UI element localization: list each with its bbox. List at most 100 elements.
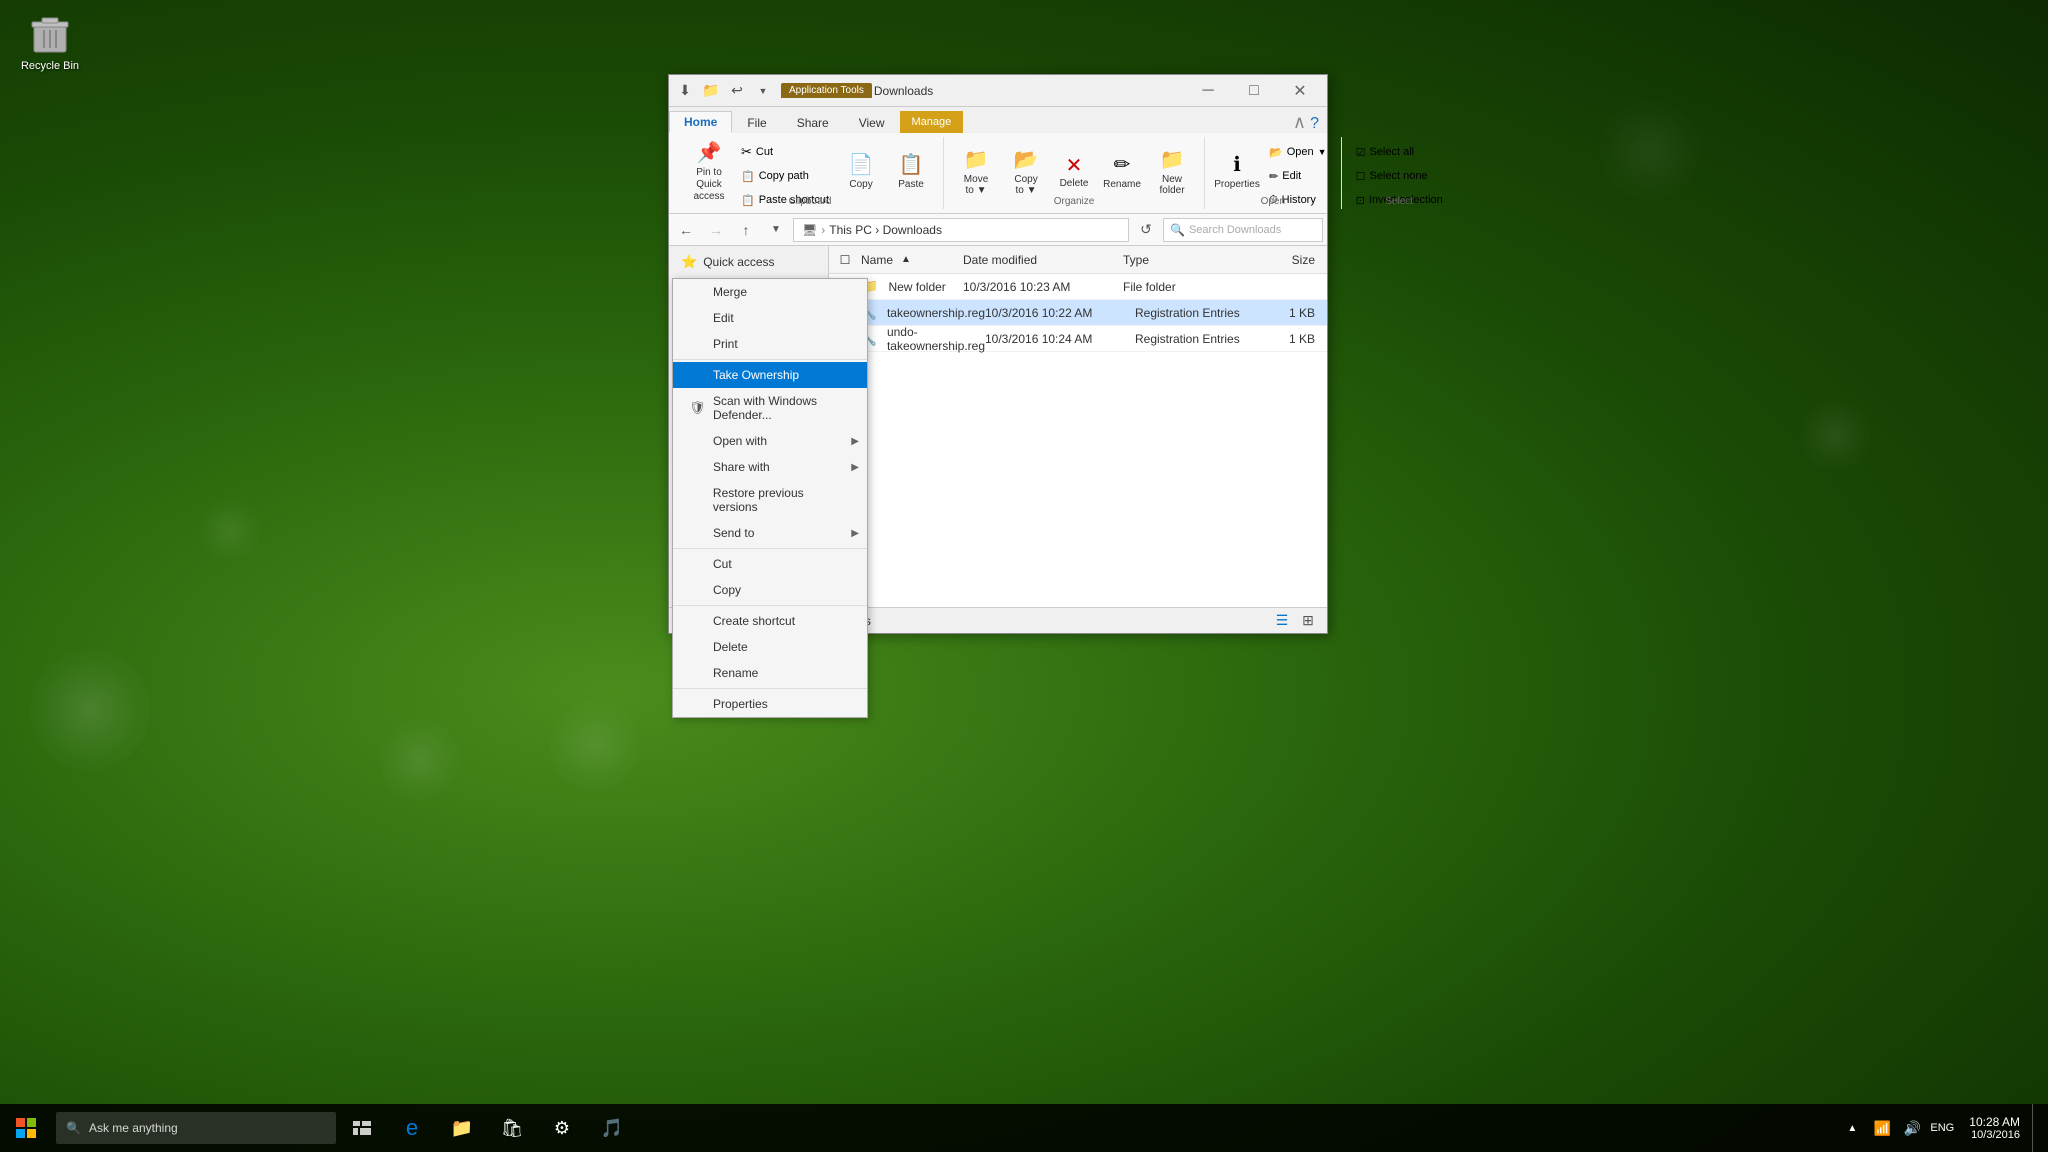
refresh-btn[interactable]: ↺: [1133, 218, 1159, 242]
show-hidden-icons-btn[interactable]: ▲: [1837, 1104, 1867, 1152]
recycle-bin-label: Recycle Bin: [10, 60, 90, 72]
address-path[interactable]: 🖥 › This PC › Downloads: [793, 218, 1129, 242]
ctx-take-ownership[interactable]: Take Ownership: [673, 362, 867, 388]
back-button[interactable]: ←: [673, 218, 699, 242]
file-row-undo-takeownership[interactable]: ☐ 🔧 undo-takeownership.reg 10/3/2016 10:…: [829, 326, 1327, 352]
tab-file[interactable]: File: [732, 111, 781, 133]
ctx-print[interactable]: Print: [673, 331, 867, 357]
ribbon-properties-btn[interactable]: ℹ Properties: [1213, 141, 1261, 201]
qat-dropdown-btn[interactable]: ▼: [751, 79, 775, 103]
maximize-button[interactable]: □: [1231, 75, 1277, 107]
ribbon-copy-to-btn[interactable]: 📂 Copyto ▼: [1002, 141, 1050, 201]
ctx-edit[interactable]: Edit: [673, 305, 867, 331]
ribbon-move-to-btn[interactable]: 📁 Moveto ▼: [952, 141, 1000, 201]
tab-share[interactable]: Share: [782, 111, 844, 133]
send-to-arrow: ▶: [851, 528, 859, 539]
recycle-bin-desktop-icon[interactable]: Recycle Bin: [10, 8, 90, 72]
file-explorer-taskbar-icon[interactable]: 📁: [438, 1104, 486, 1152]
ribbon-help-btn[interactable]: ?: [1310, 115, 1327, 133]
taskbar: 🔍 Ask me anything e 📁 🛍 ⚙ 🎵 ▲ 📶 🔊: [0, 1104, 2048, 1152]
tab-view[interactable]: View: [844, 111, 900, 133]
ctx-create-shortcut[interactable]: Create shortcut: [673, 608, 867, 634]
defender-icon: 🛡: [689, 400, 705, 416]
address-bar: ← → ↑ ▼ 🖥 › This PC › Downloads ↺ 🔍 Sear…: [669, 214, 1327, 246]
details-view-btn[interactable]: ☰: [1271, 610, 1293, 632]
ctx-properties[interactable]: Properties: [673, 691, 867, 717]
delete-icon: ✕: [1066, 153, 1083, 178]
col-header-size[interactable]: Size: [1263, 253, 1323, 267]
status-right: ☰ ⊞: [1271, 610, 1319, 632]
close-button[interactable]: ✕: [1277, 75, 1323, 107]
ribbon-copy-btn[interactable]: 📄 Copy: [837, 141, 885, 201]
ribbon-edit-btn[interactable]: ✏ Edit: [1263, 165, 1333, 187]
file-list-header: ☐ Name ▲ Date modified Type Size: [829, 246, 1327, 274]
show-desktop-btn[interactable]: [2032, 1104, 2040, 1152]
media-player-icon[interactable]: 🎵: [588, 1104, 636, 1152]
ctx-open-with[interactable]: Open with ▶: [673, 428, 867, 454]
qat-new-folder-btn[interactable]: 📁: [699, 79, 723, 103]
ribbon-cut-btn[interactable]: ✂ Cut: [735, 141, 835, 163]
file-row-new-folder[interactable]: ☐ 📁 New folder 10/3/2016 10:23 AM File f…: [829, 274, 1327, 300]
forward-button[interactable]: →: [703, 218, 729, 242]
col-header-type[interactable]: Type: [1123, 253, 1263, 267]
taskbar-search[interactable]: 🔍 Ask me anything: [56, 1112, 336, 1144]
header-checkbox[interactable]: ☐: [833, 253, 857, 267]
open-group-label: Open: [1205, 196, 1341, 207]
tab-home[interactable]: Home: [669, 111, 732, 133]
col-header-name[interactable]: Name ▲: [857, 253, 963, 267]
open-icon: 📂: [1269, 146, 1283, 159]
ctx-copy[interactable]: Copy: [673, 577, 867, 603]
recent-locations-btn[interactable]: ▼: [763, 218, 789, 242]
ribbon-collapse-btn[interactable]: ∧: [1293, 112, 1310, 133]
volume-icon[interactable]: 🔊: [1897, 1104, 1927, 1152]
search-box[interactable]: 🔍 Search Downloads: [1163, 218, 1323, 242]
paste-icon: 📋: [899, 152, 924, 177]
ctx-cut[interactable]: Cut: [673, 551, 867, 577]
ribbon-paste-btn[interactable]: 📋 Paste: [887, 141, 935, 201]
task-view-btn[interactable]: [338, 1104, 386, 1152]
taskbar-clock[interactable]: 10:28 AM 10/3/2016: [1957, 1115, 2032, 1141]
ribbon-copy-path-btn[interactable]: 📋 Copy path: [735, 165, 835, 187]
col-header-date[interactable]: Date modified: [963, 253, 1123, 267]
keyboard-icon[interactable]: ENG: [1927, 1104, 1957, 1152]
network-icon[interactable]: 📶: [1867, 1104, 1897, 1152]
file-list: ☐ Name ▲ Date modified Type Size ☐ 📁 New…: [829, 246, 1327, 607]
ribbon-select-all-btn[interactable]: ☑ Select all: [1350, 141, 1449, 163]
ribbon-group-open: ℹ Properties 📂 Open ▼ ✏ Edit: [1205, 137, 1342, 209]
ribbon-pin-quick-access-btn[interactable]: 📌 Pin to Quick access: [685, 141, 733, 201]
minimize-button[interactable]: ─: [1185, 75, 1231, 107]
settings-taskbar-icon[interactable]: ⚙: [538, 1104, 586, 1152]
sidebar-item-quick-access[interactable]: ⭐ Quick access: [669, 250, 828, 274]
taskbar-search-icon: 🔍: [66, 1121, 81, 1135]
ribbon-rename-btn[interactable]: ✏ Rename: [1098, 141, 1146, 201]
ctx-rename[interactable]: Rename: [673, 660, 867, 686]
ribbon-select-none-btn[interactable]: ☐ Select none: [1350, 165, 1449, 187]
properties-icon: ℹ: [1233, 152, 1241, 177]
share-with-arrow: ▶: [851, 462, 859, 473]
ribbon-new-folder-btn[interactable]: 📁 Newfolder: [1148, 141, 1196, 201]
ribbon-open-btn[interactable]: 📂 Open ▼: [1263, 141, 1333, 163]
store-icon[interactable]: 🛍: [488, 1104, 536, 1152]
up-button[interactable]: ↑: [733, 218, 759, 242]
app-tools-badge: Application Tools: [781, 83, 872, 98]
ctx-merge[interactable]: Merge: [673, 279, 867, 305]
ribbon-delete-btn[interactable]: ✕ Delete: [1052, 141, 1096, 201]
start-button[interactable]: [0, 1104, 52, 1152]
qat-properties-btn[interactable]: ⬇: [673, 79, 697, 103]
edge-icon[interactable]: e: [388, 1104, 436, 1152]
ctx-share-with[interactable]: Share with ▶: [673, 454, 867, 480]
ctx-restore-versions[interactable]: Restore previous versions: [673, 480, 867, 520]
ctx-sep-4: [673, 688, 867, 689]
ribbon-group-organize: 📁 Moveto ▼ 📂 Copyto ▼ ✕ Delete ✏: [944, 137, 1205, 209]
qat-undo-btn[interactable]: ↩: [725, 79, 749, 103]
file-row-takeownership[interactable]: ☑ 🔧 takeownership.reg 10/3/2016 10:22 AM…: [829, 300, 1327, 326]
large-icons-view-btn[interactable]: ⊞: [1297, 610, 1319, 632]
pin-icon: 📌: [697, 140, 722, 165]
ribbon-content: 📌 Pin to Quick access ✂ Cut 📋 Copy path: [669, 133, 1327, 213]
new-folder-icon: 📁: [1160, 147, 1185, 172]
ctx-send-to[interactable]: Send to ▶: [673, 520, 867, 546]
ctx-delete[interactable]: Delete: [673, 634, 867, 660]
tab-manage[interactable]: Manage: [900, 111, 964, 133]
ctx-scan-defender[interactable]: 🛡 Scan with Windows Defender...: [673, 388, 867, 428]
move-to-icon: 📁: [964, 147, 989, 172]
